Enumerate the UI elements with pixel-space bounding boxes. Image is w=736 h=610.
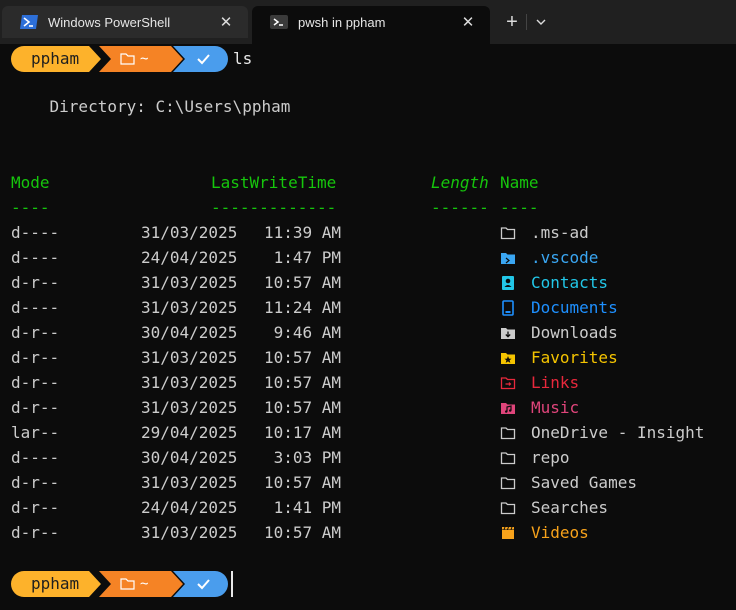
row-mode: lar--: [11, 423, 60, 442]
prompt-line: ppham ~: [11, 571, 711, 597]
row-time: 9:46 AM: [273, 323, 341, 342]
terminal-pane[interactable]: ppham ~ ls Directory: C:\Users\ppham Mod…: [0, 44, 736, 610]
row-name[interactable]: Searches: [531, 497, 608, 519]
documents-icon: [500, 300, 516, 316]
row-date: 24/04/2025: [141, 498, 238, 517]
row-time: 3:03 PM: [273, 448, 341, 467]
row-mode: d----: [11, 298, 60, 317]
tab-label: pwsh in ppham: [298, 14, 386, 30]
terminal-icon: [270, 15, 288, 29]
row-date: 30/04/2025: [141, 323, 238, 342]
row-time: 10:57 AM: [263, 473, 341, 492]
row-name[interactable]: OneDrive - Insight: [531, 422, 704, 444]
row-date: 30/04/2025: [141, 448, 238, 467]
header-length: Length: [431, 173, 489, 192]
tab-label: Windows PowerShell: [48, 14, 171, 30]
row-mode: d-r--: [11, 273, 60, 292]
row-time: 11:24 AM: [263, 298, 341, 317]
row-name[interactable]: repo: [531, 447, 570, 469]
powershell-icon: [20, 15, 38, 29]
header-mode: Mode: [11, 173, 50, 192]
header-lastwritetime: LastWriteTime: [211, 173, 337, 192]
prompt-user-segment: ppham: [11, 571, 103, 597]
underline-lastwritetime: -------------: [211, 198, 337, 217]
tab-separator: [526, 14, 527, 30]
row-time: 11:39 AM: [263, 223, 341, 242]
row-date: 31/03/2025: [141, 298, 238, 317]
row-date: 31/03/2025: [141, 273, 238, 292]
row-mode: d----: [11, 448, 60, 467]
row-name[interactable]: Videos: [531, 522, 589, 544]
underline-length: ------: [431, 198, 489, 217]
underline-mode: ----: [11, 198, 50, 217]
row-mode: d-r--: [11, 398, 60, 417]
row-date: 31/03/2025: [141, 523, 238, 542]
tab-pwsh[interactable]: pwsh in ppham ✕: [252, 6, 490, 44]
folder-icon: [500, 225, 516, 241]
row-mode: d-r--: [11, 523, 60, 542]
vscode-folder-icon: [500, 250, 516, 266]
row-date: 31/03/2025: [141, 473, 238, 492]
row-mode: d-r--: [11, 498, 60, 517]
prompt-status-segment: [173, 571, 233, 597]
row-name[interactable]: Contacts: [531, 272, 608, 294]
contacts-icon: [500, 275, 516, 291]
row-date: 31/03/2025: [141, 373, 238, 392]
row-name[interactable]: Documents: [531, 297, 618, 319]
row-time: 10:57 AM: [263, 398, 341, 417]
row-mode: d-r--: [11, 348, 60, 367]
row-name[interactable]: Links: [531, 372, 579, 394]
tab-windows-powershell[interactable]: Windows PowerShell ✕: [2, 6, 248, 38]
text-cursor: [231, 571, 233, 597]
new-tab-button[interactable]: +: [500, 10, 524, 34]
close-icon[interactable]: ✕: [460, 13, 476, 31]
music-icon: [500, 400, 516, 416]
row-time: 10:57 AM: [263, 523, 341, 542]
row-date: 24/04/2025: [141, 248, 238, 267]
row-date: 31/03/2025: [141, 223, 238, 242]
row-mode: d-r--: [11, 323, 60, 342]
row-name[interactable]: Saved Games: [531, 472, 637, 494]
row-name[interactable]: Music: [531, 397, 579, 419]
header-name: Name: [500, 173, 539, 192]
row-time: 1:41 PM: [273, 498, 341, 517]
home-symbol: ~: [140, 576, 149, 592]
underline-name: ----: [500, 198, 539, 217]
row-mode: d----: [11, 223, 60, 242]
prompt-user-segment: ppham: [11, 46, 103, 72]
row-name[interactable]: Favorites: [531, 347, 618, 369]
links-icon: [500, 375, 516, 391]
row-time: 10:17 AM: [263, 423, 341, 442]
folder-icon: [500, 425, 516, 441]
folder-icon: [500, 475, 516, 491]
row-time: 10:57 AM: [263, 373, 341, 392]
row-date: 31/03/2025: [141, 398, 238, 417]
row-name[interactable]: .vscode: [531, 247, 598, 269]
row-mode: d-r--: [11, 473, 60, 492]
directory-line: Directory: C:\Users\ppham: [11, 97, 291, 116]
close-icon[interactable]: ✕: [218, 13, 234, 31]
home-symbol: ~: [140, 51, 149, 67]
row-time: 10:57 AM: [263, 348, 341, 367]
prompt-line: ppham ~ ls: [11, 46, 711, 72]
row-name[interactable]: Downloads: [531, 322, 618, 344]
row-mode: d----: [11, 248, 60, 267]
row-mode: d-r--: [11, 373, 60, 392]
row-time: 1:47 PM: [273, 248, 341, 267]
videos-icon: [500, 525, 516, 541]
row-date: 31/03/2025: [141, 348, 238, 367]
downloads-icon: [500, 325, 516, 341]
tab-bar: Windows PowerShell ✕ pwsh in ppham ✕ +: [0, 0, 736, 44]
command-text: ls: [233, 49, 253, 68]
folder-icon: [500, 450, 516, 466]
folder-icon: [500, 500, 516, 516]
prompt-status-segment: [173, 46, 233, 72]
row-name[interactable]: .ms-ad: [531, 222, 589, 244]
favorites-icon: [500, 350, 516, 366]
row-time: 10:57 AM: [263, 273, 341, 292]
chevron-down-icon[interactable]: [530, 10, 552, 34]
row-date: 29/04/2025: [141, 423, 238, 442]
